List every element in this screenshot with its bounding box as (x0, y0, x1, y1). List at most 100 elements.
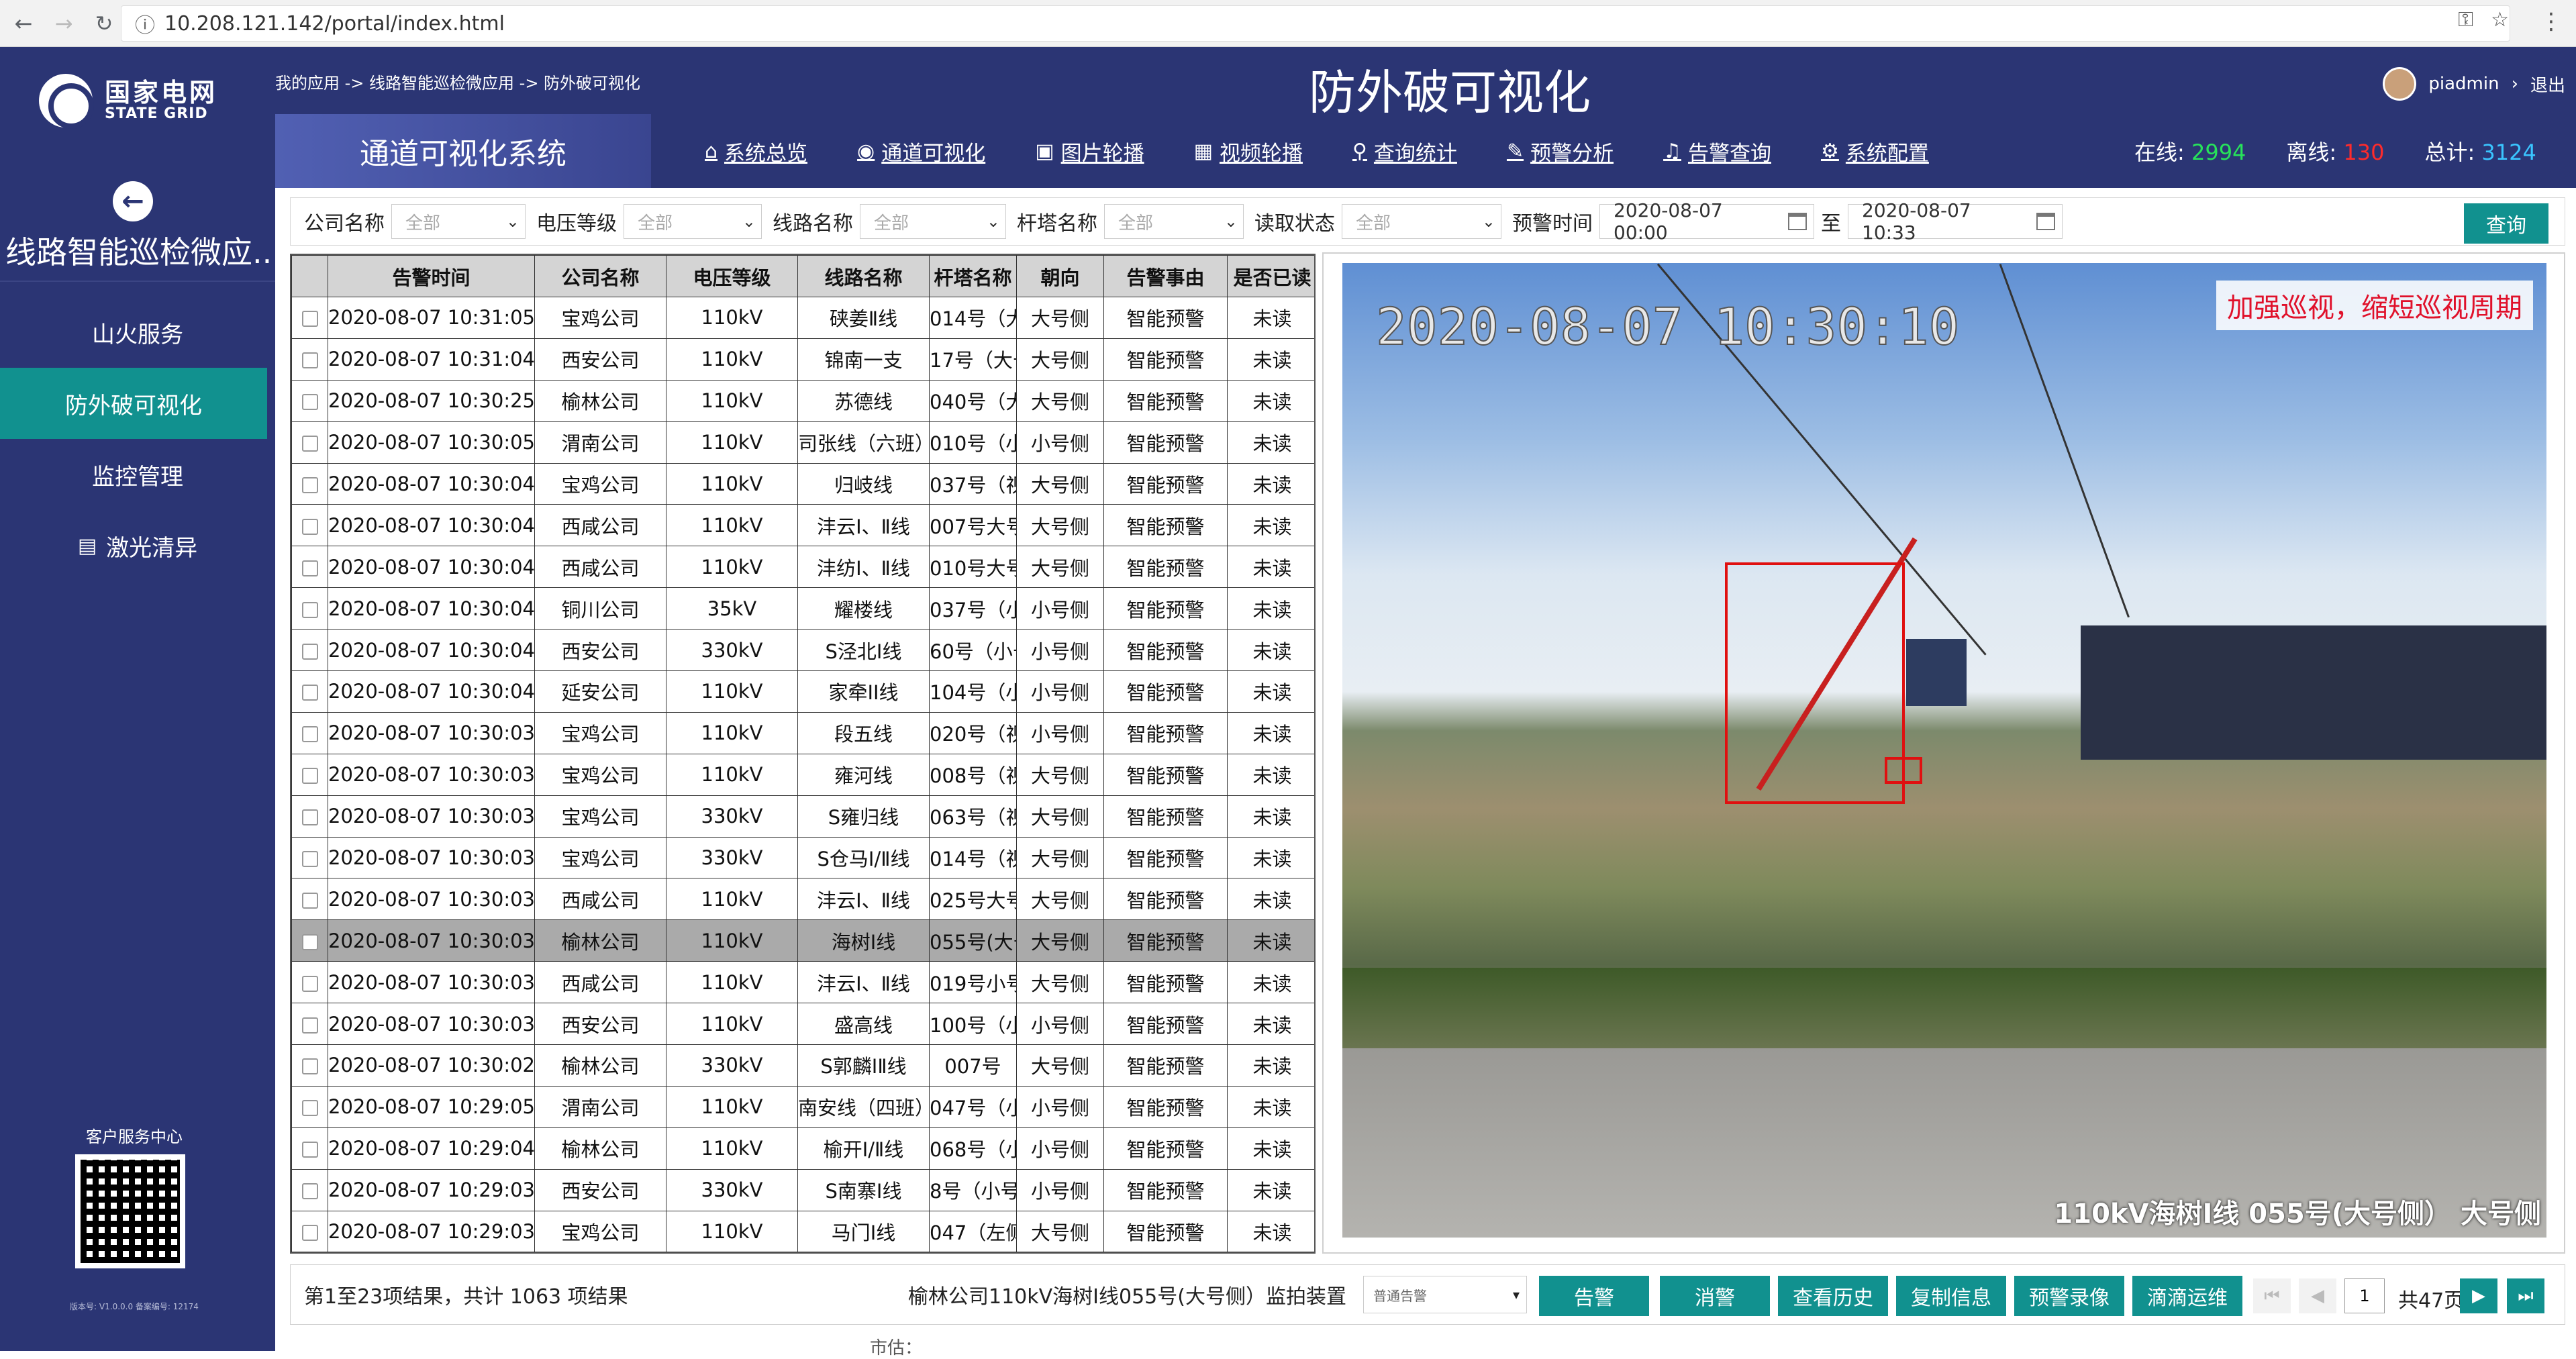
checkbox[interactable] (301, 352, 318, 369)
row-checkbox[interactable] (291, 961, 328, 1004)
forward-arrow-icon[interactable]: → (47, 7, 81, 40)
checkbox[interactable] (301, 809, 318, 826)
checkbox[interactable] (301, 1017, 318, 1034)
table-row[interactable]: 2020-08-07 10:30:25 榆林公司 110kV 苏德线 040号（大 大号侧… (291, 379, 1314, 422)
checkbox[interactable] (301, 934, 318, 950)
checkbox[interactable] (301, 768, 318, 785)
sidebar-item-fire[interactable]: 山火服务 (0, 297, 275, 368)
col-read[interactable]: 是否已读 (1227, 255, 1314, 297)
nav-system-config[interactable]: ⚙ 系统配置 (1821, 136, 1929, 166)
checkbox[interactable] (301, 477, 318, 493)
company-select[interactable]: 全部 ⌄ (391, 204, 526, 239)
table-row[interactable]: 2020-08-07 10:30:04 西咸公司 110kV 沣云Ⅰ、Ⅱ线 007号大号… (291, 504, 1314, 547)
row-checkbox[interactable] (291, 1210, 328, 1252)
table-row[interactable]: 2020-08-07 10:29:04 榆林公司 110kV 榆开Ⅰ/Ⅱ线 068号（小… (291, 1127, 1314, 1170)
warning-video-button[interactable]: 预警录像 (2014, 1276, 2124, 1316)
nav-query-stats[interactable]: ⚲ 查询统计 (1352, 136, 1457, 166)
row-checkbox[interactable] (291, 1085, 328, 1128)
nav-channel-visual[interactable]: ◉ 通道可视化 (857, 136, 985, 166)
nav-warning-analysis[interactable]: ✎ 预警分析 (1507, 136, 1614, 166)
table-row[interactable]: 2020-08-07 10:30:03 宝鸡公司 110kV 段五线 020号（视 小号侧… (291, 711, 1314, 754)
row-checkbox[interactable] (291, 670, 328, 713)
table-row[interactable]: 2020-08-07 10:30:04 宝鸡公司 110kV 归岐线 037号（视 大号侧… (291, 462, 1314, 505)
checkbox[interactable] (301, 518, 318, 535)
col-line[interactable]: 线路名称 (797, 255, 930, 297)
row-checkbox[interactable] (291, 1044, 328, 1087)
row-checkbox[interactable] (291, 1168, 328, 1211)
browser-menu-icon[interactable]: ⋮ (2540, 8, 2563, 35)
table-row[interactable]: 2020-08-07 10:31:04西安公司110kV锦南一支17号（大号大号… (291, 338, 1314, 381)
row-checkbox[interactable] (291, 795, 328, 838)
checkbox[interactable] (301, 601, 318, 618)
table-row[interactable]: 2020-08-07 10:30:03 西咸公司 110kV 沣云Ⅰ、Ⅱ线 025号大号… (291, 878, 1314, 921)
table-row[interactable]: 2020-08-07 10:29:03 宝鸡公司 110kV 马门Ⅰ线 047（左侧 大号… (291, 1210, 1314, 1252)
col-direction[interactable]: 朝向 (1016, 255, 1104, 297)
row-checkbox[interactable] (291, 546, 328, 589)
checkbox[interactable] (301, 560, 318, 576)
time-from-input[interactable]: 2020-08-07 00:00 (1599, 199, 1814, 244)
table-row[interactable]: 2020-08-07 10:29:03 西安公司 330kV S南寨Ⅰ线 8号（小号 小号… (291, 1168, 1314, 1211)
tower-select[interactable]: 全部 ⌄ (1104, 204, 1244, 239)
monitoring-photo[interactable]: 2020-08-07 10:30:10 加强巡视，缩短巡视周期 110kV海树Ⅰ… (1342, 263, 2546, 1238)
sidebar-item-monitoring[interactable]: 监控管理 (0, 439, 275, 510)
checkbox[interactable] (301, 436, 318, 452)
row-checkbox[interactable] (291, 338, 328, 381)
didi-ops-button[interactable]: 滴滴运维 (2132, 1276, 2242, 1316)
calendar-icon[interactable] (1787, 213, 1807, 230)
col-tower[interactable]: 杆塔名称 (929, 255, 1017, 297)
alarm-button[interactable]: 告警 (1539, 1276, 1649, 1316)
table-row[interactable]: 2020-08-07 10:30:03 宝鸡公司 330kV S仓马Ⅰ/Ⅱ线 014号（… (291, 836, 1314, 879)
row-checkbox[interactable] (291, 836, 328, 879)
table-row[interactable]: 2020-08-07 10:29:05 渭南公司 110kV 南安线（四班） 047号（… (291, 1085, 1314, 1128)
sidebar-item-laser[interactable]: ▤ 激光清异 (0, 510, 275, 581)
col-alarm-time[interactable]: 告警时间 (328, 255, 535, 297)
alarm-level-select[interactable]: 普通告警 ▾ (1363, 1276, 1527, 1313)
checkbox[interactable] (301, 1183, 318, 1200)
row-checkbox[interactable] (291, 297, 328, 339)
checkbox[interactable] (301, 726, 318, 743)
col-reason[interactable]: 告警事由 (1103, 255, 1228, 297)
table-row[interactable]: 2020-08-07 10:30:05 渭南公司 110kV 司张线（六班） 010号（… (291, 421, 1314, 464)
row-checkbox[interactable] (291, 711, 328, 754)
row-checkbox[interactable] (291, 753, 328, 796)
table-row[interactable]: 2020-08-07 10:30:04 铜川公司 35kV 耀楼线 037号（小 小号侧智… (291, 587, 1314, 630)
voltage-select[interactable]: 全部 ⌄ (624, 204, 762, 239)
prev-page-icon[interactable]: ◀ (2299, 1278, 2336, 1313)
row-checkbox[interactable] (291, 878, 328, 921)
checkbox[interactable] (301, 643, 318, 660)
key-icon[interactable]: ⚿ (2458, 8, 2473, 32)
clear-alarm-button[interactable]: 消警 (1660, 1276, 1770, 1316)
checkbox[interactable] (301, 685, 318, 701)
table-row[interactable]: 2020-08-07 10:30:04 西咸公司 110kV 沣纺Ⅰ、Ⅱ线 010号大号… (291, 546, 1314, 589)
back-arrow-icon[interactable]: ← (7, 7, 40, 40)
table-row[interactable]: 2020-08-07 10:30:03榆林公司110kV海树Ⅰ线055号(大号大… (291, 919, 1314, 962)
row-checkbox[interactable] (291, 629, 328, 672)
table-row[interactable]: 2020-08-07 10:30:03 西咸公司 110kV 沣云Ⅰ、Ⅱ线 019号小号… (291, 961, 1314, 1004)
nav-image-carousel[interactable]: ▣ 图片轮播 (1035, 136, 1144, 166)
row-checkbox[interactable] (291, 462, 328, 505)
next-page-icon[interactable]: ▶ (2460, 1278, 2497, 1313)
checkbox[interactable] (301, 311, 318, 328)
checkbox[interactable] (301, 1058, 318, 1075)
page-input[interactable]: 1 (2344, 1278, 2385, 1313)
line-select[interactable]: 全部 ⌄ (860, 204, 1006, 239)
query-button[interactable]: 查询 (2464, 203, 2548, 244)
nav-alarm-query[interactable]: ♫ 告警查询 (1663, 136, 1771, 166)
checkbox[interactable] (301, 851, 318, 868)
table-row[interactable]: 2020-08-07 10:30:03 宝鸡公司 330kV S雍归线 063号（视 大号… (291, 795, 1314, 838)
copy-info-button[interactable]: 复制信息 (1896, 1276, 2006, 1316)
table-row[interactable]: 2020-08-07 10:30:03 西安公司 110kV 盛高线 100号（小 小号侧… (291, 1003, 1314, 1046)
time-to-input[interactable]: 2020-08-07 10:33 (1848, 199, 2063, 244)
last-page-icon[interactable]: ⏭ (2507, 1278, 2544, 1313)
checkbox[interactable] (301, 394, 318, 411)
address-bar[interactable]: ⓘ 10.208.121.142/portal/index.html (121, 5, 2510, 42)
checkbox[interactable] (301, 892, 318, 909)
table-row[interactable]: 2020-08-07 10:30:04西安公司330kVS泾北Ⅰ线60号（小号小… (291, 629, 1314, 672)
logout-link[interactable]: 退出 (2530, 72, 2565, 97)
star-icon[interactable]: ☆ (2491, 8, 2509, 32)
table-row[interactable]: 2020-08-07 10:31:05 宝鸡公司 110kV 硖姜Ⅱ线 014号（大 大号… (291, 297, 1314, 339)
row-checkbox[interactable] (291, 379, 328, 422)
back-circle-icon[interactable]: ← (113, 181, 153, 221)
col-voltage[interactable]: 电压等级 (666, 255, 798, 297)
username[interactable]: piadmin (2428, 74, 2499, 94)
